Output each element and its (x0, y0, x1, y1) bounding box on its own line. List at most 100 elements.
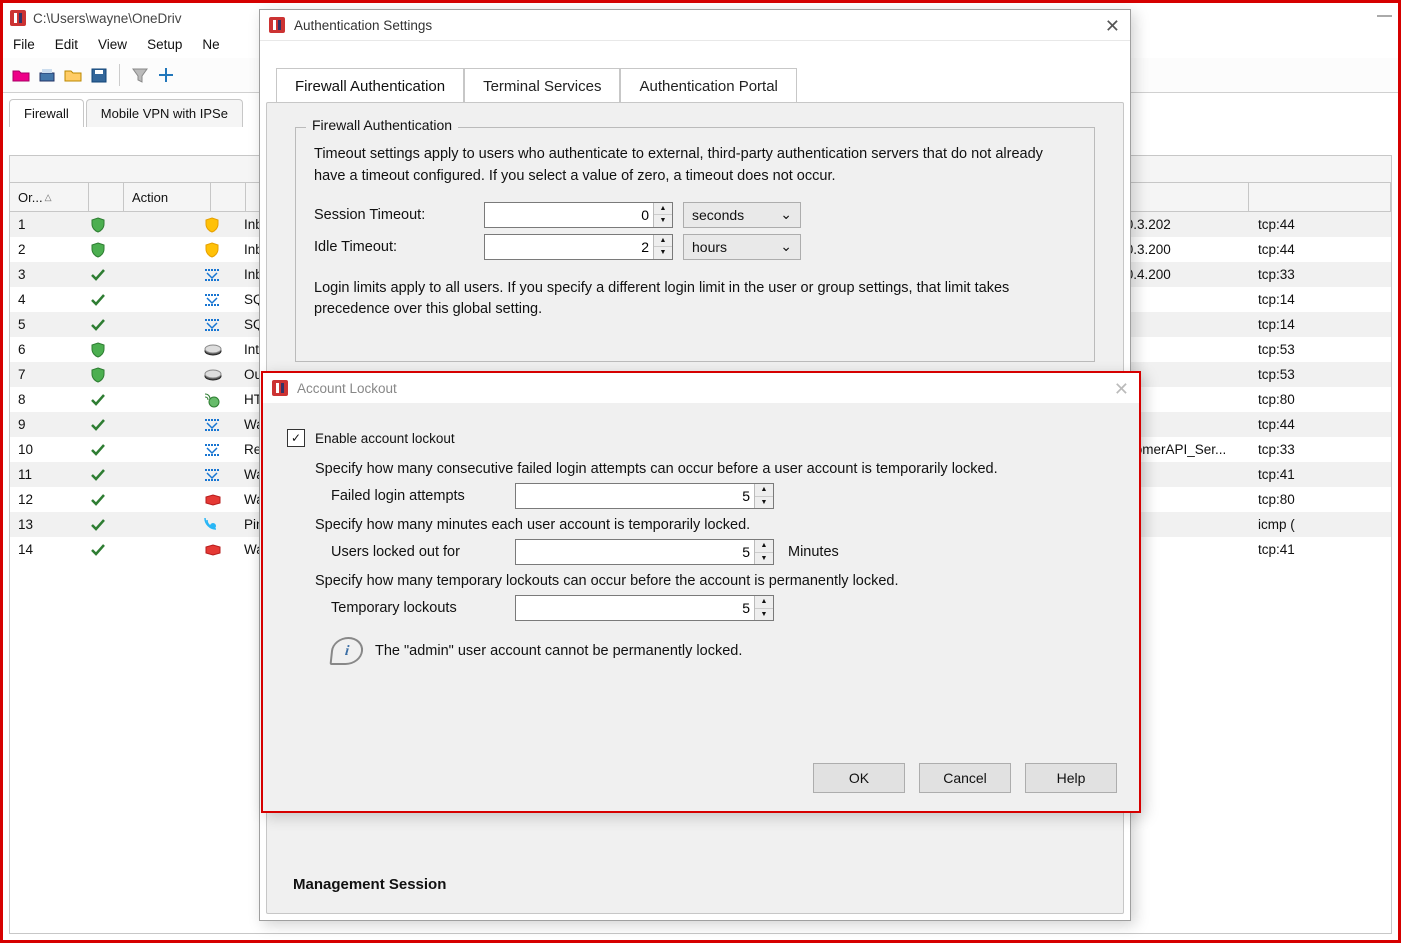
close-icon[interactable]: ✕ (1114, 379, 1129, 400)
column-header-port[interactable] (1249, 183, 1391, 211)
row-port: tcp:80 (1250, 392, 1391, 407)
status-icon (88, 442, 110, 458)
session-timeout-row: Session Timeout: ▲▼ seconds⌄ (314, 202, 1076, 228)
type-icon (196, 494, 236, 506)
auth-app-icon (268, 16, 286, 34)
locked-minutes-input[interactable]: ▲▼ (515, 539, 774, 565)
menu-file[interactable]: File (13, 37, 35, 52)
type-icon (196, 392, 236, 408)
main-window-title: C:\Users\wayne\OneDriv (33, 11, 182, 26)
idle-timeout-input[interactable]: ▲▼ (484, 234, 673, 260)
failed-attempts-value[interactable] (516, 484, 754, 508)
info-row: i The "admin" user account cannot be per… (331, 637, 1115, 665)
temp-lockouts-value[interactable] (516, 596, 754, 620)
type-icon (196, 318, 236, 332)
session-timeout-input[interactable]: ▲▼ (484, 202, 673, 228)
failed-attempts-row: Failed login attempts ▲▼ (331, 483, 1115, 509)
help-button[interactable]: Help (1025, 763, 1117, 793)
status-icon (88, 342, 110, 358)
idle-timeout-unit-select[interactable]: hours⌄ (683, 234, 801, 260)
sort-indicator-icon: △ (45, 192, 52, 203)
status-icon (88, 242, 110, 258)
enable-lockout-row[interactable]: ✓ Enable account lockout (287, 429, 1115, 447)
open-folder-icon[interactable] (63, 65, 83, 85)
save-floppy-icon[interactable] (89, 65, 109, 85)
idle-timeout-label: Idle Timeout: (314, 239, 474, 255)
tab-terminal-services[interactable]: Terminal Services (464, 68, 620, 104)
tab-mobile-vpn[interactable]: Mobile VPN with IPSe (86, 99, 243, 127)
type-icon (196, 468, 236, 482)
row-port: tcp:44 (1250, 217, 1391, 232)
locked-minutes-label: Users locked out for (331, 544, 501, 560)
cancel-button[interactable]: Cancel (919, 763, 1011, 793)
tab-firewall-auth[interactable]: Firewall Authentication (276, 68, 464, 104)
minimize-button[interactable]: — (1377, 7, 1392, 24)
fieldset-legend: Firewall Authentication (306, 117, 458, 133)
type-icon (196, 418, 236, 432)
session-timeout-unit-select[interactable]: seconds⌄ (683, 202, 801, 228)
menu-setup[interactable]: Setup (147, 37, 182, 52)
temp-lockouts-spinner[interactable]: ▲▼ (754, 596, 773, 620)
lockout-title-text: Account Lockout (297, 381, 397, 396)
column-header-status-icon[interactable] (89, 183, 124, 211)
session-timeout-spinner[interactable]: ▲▼ (653, 203, 672, 227)
row-port: tcp:80 (1250, 492, 1391, 507)
enable-lockout-checkbox[interactable]: ✓ (287, 429, 305, 447)
row-order: 10 (10, 442, 88, 457)
lockout-app-icon (271, 379, 289, 397)
column-header-action[interactable]: Action (124, 183, 211, 211)
column-header-order[interactable]: Or...△ (10, 183, 89, 211)
type-icon (196, 268, 236, 282)
add-icon[interactable] (156, 65, 176, 85)
row-order: 11 (10, 467, 88, 482)
row-port: tcp:53 (1250, 342, 1391, 357)
menu-edit[interactable]: Edit (55, 37, 78, 52)
failed-attempts-spinner[interactable]: ▲▼ (754, 484, 773, 508)
status-icon (88, 317, 110, 333)
status-icon (88, 292, 110, 308)
locked-minutes-description: Specify how many minutes each user accou… (315, 517, 1115, 533)
status-icon (88, 392, 110, 408)
locked-minutes-spinner[interactable]: ▲▼ (754, 540, 773, 564)
failed-attempts-input[interactable]: ▲▼ (515, 483, 774, 509)
type-icon (196, 242, 236, 258)
menu-view[interactable]: View (98, 37, 127, 52)
row-order: 12 (10, 492, 88, 507)
ok-button[interactable]: OK (813, 763, 905, 793)
save-device-icon[interactable] (37, 65, 57, 85)
session-timeout-value[interactable] (485, 203, 653, 227)
column-header-type-icon[interactable] (211, 183, 246, 211)
row-order: 13 (10, 517, 88, 532)
account-lockout-dialog: Account Lockout ✕ ✓ Enable account locko… (261, 371, 1141, 813)
menu-ne[interactable]: Ne (202, 37, 219, 52)
info-text: The "admin" user account cannot be perma… (375, 643, 742, 659)
temp-lockouts-row: Temporary lockouts ▲▼ (331, 595, 1115, 621)
row-order: 2 (10, 242, 88, 257)
tab-firewall[interactable]: Firewall (9, 99, 84, 127)
idle-timeout-value[interactable] (485, 235, 653, 259)
locked-minutes-value[interactable] (516, 540, 754, 564)
open-red-folder-icon[interactable] (11, 65, 31, 85)
tab-auth-portal[interactable]: Authentication Portal (620, 68, 796, 104)
idle-timeout-spinner[interactable]: ▲▼ (653, 235, 672, 259)
row-port: tcp:53 (1250, 367, 1391, 382)
enable-lockout-label: Enable account lockout (315, 431, 455, 446)
row-order: 14 (10, 542, 88, 557)
info-icon: i (330, 637, 365, 665)
chevron-down-icon: ⌄ (780, 238, 792, 255)
row-port: tcp:33 (1250, 442, 1391, 457)
filter-icon[interactable] (130, 65, 150, 85)
chevron-down-icon: ⌄ (780, 206, 792, 223)
lockout-body: ✓ Enable account lockout Specify how man… (263, 403, 1139, 811)
row-order: 3 (10, 267, 88, 282)
status-icon (88, 467, 110, 483)
status-icon (88, 417, 110, 433)
temp-lockouts-input[interactable]: ▲▼ (515, 595, 774, 621)
row-port: tcp:44 (1250, 417, 1391, 432)
failed-attempts-description: Specify how many consecutive failed logi… (315, 461, 1115, 477)
close-icon[interactable]: ✕ (1105, 16, 1120, 37)
column-header-e[interactable]: e (1113, 162, 1265, 177)
row-port: icmp ( (1250, 517, 1391, 532)
type-icon (196, 344, 236, 356)
row-port: tcp:41 (1250, 542, 1391, 557)
